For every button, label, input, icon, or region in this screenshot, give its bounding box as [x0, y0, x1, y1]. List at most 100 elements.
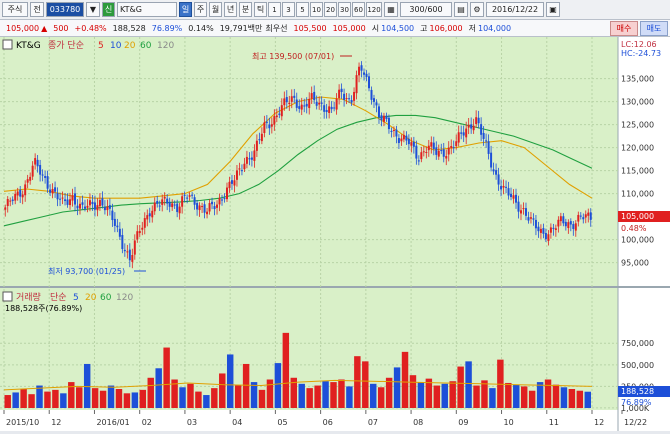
- lock-icon[interactable]: ▤: [454, 2, 468, 17]
- price-candle: [113, 218, 116, 226]
- market-select[interactable]: 주식: [2, 2, 28, 17]
- volume-bar: [298, 383, 305, 408]
- volume-bar: [76, 387, 83, 408]
- view-yearly-button[interactable]: 년: [224, 2, 237, 17]
- price-candle: [475, 117, 478, 125]
- price-candle: [183, 194, 186, 196]
- price-candle: [36, 159, 39, 167]
- volume-bar: [4, 395, 11, 408]
- price-candle: [305, 103, 308, 107]
- price-candle: [193, 197, 196, 205]
- volume-bar: [441, 383, 448, 408]
- period-field[interactable]: 300/600: [400, 2, 452, 17]
- price-candle: [569, 221, 572, 225]
- price-candle: [353, 91, 356, 101]
- volume-bar: [115, 389, 123, 408]
- volume-bar: [258, 389, 266, 408]
- settings-icon[interactable]: ⚙: [470, 2, 484, 17]
- price-candle: [29, 176, 32, 181]
- price-candle: [14, 193, 17, 201]
- view-monthly-button[interactable]: 월: [209, 2, 222, 17]
- price-candle: [201, 206, 204, 208]
- price-candle: [482, 132, 485, 139]
- volume-bar: [489, 388, 496, 408]
- price-tick-label: 110,000: [621, 190, 654, 199]
- stock-name-field[interactable]: KT&G: [117, 2, 177, 17]
- price-candle: [330, 106, 333, 110]
- price-candle: [161, 199, 164, 205]
- volume-bar: [99, 390, 107, 408]
- price-candle: [452, 147, 455, 149]
- legend-ma-120: 120: [157, 41, 174, 51]
- interval-button[interactable]: 60: [352, 2, 365, 17]
- price-candle: [59, 198, 62, 200]
- mode-select[interactable]: 전: [30, 2, 44, 17]
- price-candle: [9, 200, 12, 202]
- price-change: 500: [53, 23, 69, 33]
- change-percent: +0.48%: [74, 23, 107, 33]
- search-icon[interactable]: ▼: [86, 2, 100, 17]
- volume-bar: [274, 363, 282, 408]
- volume-bar: [417, 382, 425, 408]
- price-candle: [549, 227, 552, 233]
- price-candle: [11, 199, 14, 202]
- interval-button[interactable]: 3: [282, 2, 295, 17]
- price-tick-label: 130,000: [621, 98, 654, 107]
- price-candle: [402, 134, 405, 140]
- price-candle: [151, 210, 154, 218]
- volume-bar: [139, 389, 147, 408]
- calendar-icon[interactable]: ▣: [546, 2, 560, 17]
- price-candle: [372, 98, 375, 102]
- interval-button[interactable]: 30: [338, 2, 351, 17]
- price-candle: [412, 141, 415, 147]
- trade-amount: 19,791백만: [219, 23, 263, 33]
- price-candle: [245, 156, 248, 164]
- volume-bar: [195, 391, 202, 408]
- volume-tag-text: 188,528: [621, 387, 654, 396]
- price-candle: [181, 196, 184, 207]
- price-candle: [515, 194, 518, 203]
- price-candle: [206, 211, 209, 215]
- volume-bar: [505, 382, 512, 408]
- price-candle: [320, 102, 323, 104]
- volume-bar: [68, 382, 75, 408]
- sell-button[interactable]: 매도: [640, 21, 668, 36]
- view-weekly-button[interactable]: 주: [194, 2, 207, 17]
- volume-pct-tag: 76.89%: [621, 398, 652, 407]
- chart-options-icon[interactable]: [2, 39, 13, 50]
- volume-legend-ma-20: 20: [85, 293, 97, 303]
- chart-area[interactable]: 135,000 130,000 125,000 120,000 115,000 110,0…: [0, 37, 670, 431]
- volume-bar: [314, 385, 321, 408]
- chart-type-icon[interactable]: ▦: [384, 2, 398, 17]
- interval-button[interactable]: 10: [310, 2, 323, 17]
- volume-bar: [544, 379, 552, 408]
- interval-button[interactable]: 5: [296, 2, 309, 17]
- price-candle: [365, 73, 368, 77]
- date-tick-label: 10: [504, 418, 514, 427]
- volume-tick-label: 500,000: [621, 361, 654, 370]
- buy-button[interactable]: 매수: [610, 21, 638, 36]
- volume-bar: [393, 367, 401, 408]
- volume-bar: [457, 366, 464, 408]
- interval-button[interactable]: 20: [324, 2, 337, 17]
- price-candle: [537, 226, 540, 232]
- interval-button[interactable]: 1: [268, 2, 281, 17]
- price-candle: [390, 130, 393, 132]
- view-tick-button[interactable]: 틱: [254, 2, 267, 17]
- date-field[interactable]: 2016/12/22: [486, 2, 544, 17]
- stock-code-input[interactable]: 033780: [46, 2, 84, 17]
- price-candle: [188, 195, 191, 197]
- stock-chart[interactable]: 135,000 130,000 125,000 120,000 115,000 110,0…: [0, 37, 670, 431]
- price-candle: [529, 217, 532, 219]
- price-candle: [213, 206, 216, 210]
- open-label: 시: [371, 23, 380, 33]
- price-candle: [295, 99, 298, 108]
- best-ask-price: 105,500: [293, 23, 327, 33]
- price-candle: [335, 98, 338, 110]
- interval-button[interactable]: 120: [366, 2, 382, 17]
- view-minute-button[interactable]: 분: [239, 2, 252, 17]
- view-daily-button[interactable]: 일: [179, 2, 192, 17]
- price-candle: [196, 203, 199, 210]
- volume-options-icon[interactable]: [2, 291, 13, 302]
- price-candle: [328, 106, 331, 113]
